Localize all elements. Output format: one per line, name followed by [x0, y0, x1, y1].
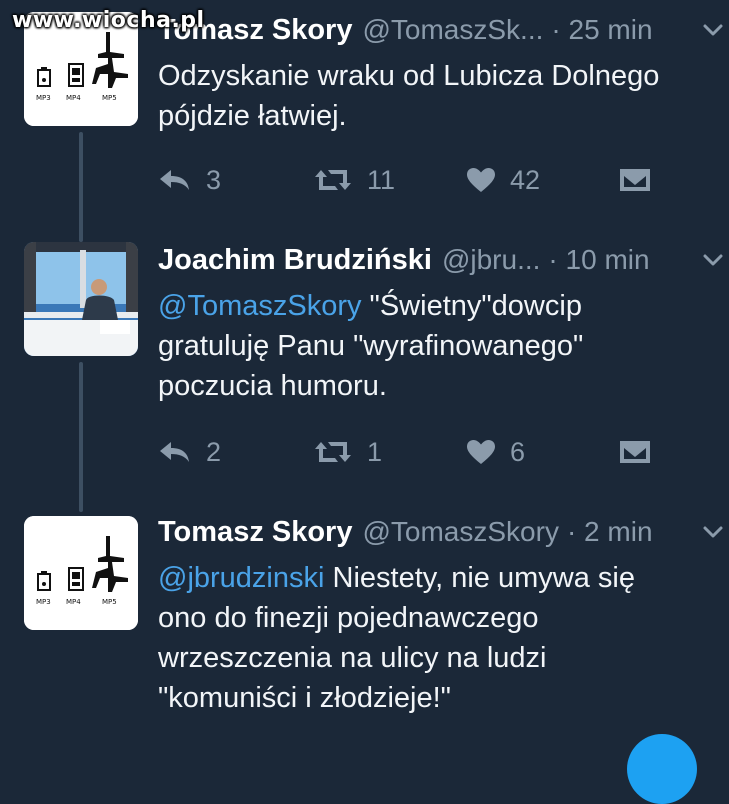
mention-link[interactable]: @TomaszSkory: [158, 290, 361, 322]
author-handle[interactable]: @TomaszSk...: [362, 14, 543, 46]
svg-text:MP5: MP5: [102, 598, 117, 606]
avatar[interactable]: MP3 MP4 MP5: [24, 516, 138, 630]
reply-count: 3: [206, 164, 222, 195]
avatar[interactable]: [24, 242, 138, 356]
svg-text:MP4: MP4: [66, 598, 81, 606]
author-handle[interactable]: @jbru...: [442, 244, 540, 276]
svg-text:MP5: MP5: [102, 94, 117, 102]
tweet-actions: 3 11 42: [158, 160, 698, 200]
reply-button[interactable]: 3: [158, 160, 221, 200]
tweet-header: Tomasz Skory @TomaszSkory · 2 min: [158, 512, 729, 552]
tweet-text: @TomaszSkory "Świetny"dowcip gratuluję P…: [158, 290, 584, 402]
like-icon: [467, 168, 495, 192]
timestamp[interactable]: · 25 min: [551, 14, 652, 46]
watermark: www.wiocha.pl: [12, 8, 205, 33]
profile-photo: [24, 242, 138, 356]
direct-message-icon: [620, 441, 650, 463]
tweet[interactable]: MP3 MP4 MP5 Tomasz Skory @TomaszSk... · …: [0, 0, 729, 235]
timestamp[interactable]: · 10 min: [548, 244, 649, 276]
tweet-actions: 2 1 6: [158, 432, 698, 472]
author-name[interactable]: Tomasz Skory: [158, 516, 352, 549]
mp-player-logo: MP3 MP4 MP5: [24, 516, 138, 630]
reply-icon: [160, 170, 189, 190]
tweet-text: @jbrudzinski Niestety, nie umywa się ono…: [158, 562, 635, 714]
tweet-header: Joachim Brudziński @jbru... · 10 min: [158, 240, 729, 280]
reply-icon: [160, 442, 189, 462]
direct-message-icon: [620, 169, 650, 191]
compose-button[interactable]: [627, 734, 697, 804]
direct-message-button[interactable]: [618, 432, 652, 472]
svg-text:MP3: MP3: [36, 94, 51, 102]
tweet[interactable]: Joachim Brudziński @jbru... · 10 min @To…: [0, 230, 729, 500]
like-icon: [467, 440, 495, 464]
reply-count: 2: [206, 436, 222, 467]
like-count: 6: [510, 436, 526, 467]
author-name[interactable]: Joachim Brudziński: [158, 244, 432, 277]
tweet[interactable]: MP3 MP4 MP5 Tomasz Skory @TomaszSkory · …: [0, 502, 729, 741]
like-button[interactable]: 6: [466, 432, 525, 472]
retweet-button[interactable]: 1: [313, 432, 382, 472]
tweet-text: Odzyskanie wraku od Lubicza Dolnego pójd…: [158, 60, 660, 132]
svg-text:MP4: MP4: [66, 94, 81, 102]
retweet-count: 11: [367, 164, 396, 195]
like-button[interactable]: 42: [466, 160, 540, 200]
retweet-icon: [315, 170, 351, 190]
chevron-down-icon[interactable]: [701, 20, 725, 40]
retweet-icon: [315, 442, 351, 462]
svg-text:MP3: MP3: [36, 598, 51, 606]
direct-message-button[interactable]: [618, 160, 652, 200]
retweet-button[interactable]: 11: [313, 160, 395, 200]
tweet-header: Tomasz Skory @TomaszSk... · 25 min: [158, 10, 729, 50]
chevron-down-icon[interactable]: [701, 522, 725, 542]
mention-link[interactable]: @jbrudzinski: [158, 562, 324, 594]
retweet-count: 1: [367, 436, 383, 467]
reply-button[interactable]: 2: [158, 432, 221, 472]
like-count: 42: [510, 164, 541, 195]
chevron-down-icon[interactable]: [701, 250, 725, 270]
author-handle[interactable]: @TomaszSkory: [362, 516, 558, 548]
timestamp[interactable]: · 2 min: [567, 516, 653, 548]
